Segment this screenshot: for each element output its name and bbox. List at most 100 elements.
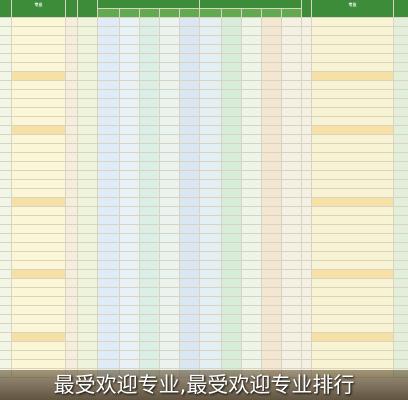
cell-tag [262, 297, 282, 306]
cell-i [242, 243, 262, 252]
cell-a [78, 135, 98, 144]
major-name-right [312, 117, 394, 126]
gap-cell [302, 135, 312, 144]
rank-1 [394, 117, 408, 126]
major-code [66, 342, 78, 351]
gap-cell [282, 162, 302, 171]
cell-e [160, 27, 180, 36]
row-index [0, 45, 12, 54]
gap-cell [282, 288, 302, 297]
major-name-right [312, 63, 394, 72]
cell-c [120, 225, 140, 234]
header-col-tag [282, 9, 302, 18]
cell-i [242, 306, 262, 315]
cell-c [120, 306, 140, 315]
row-index [0, 27, 12, 36]
gap-cell [282, 351, 302, 360]
cell-e [160, 315, 180, 324]
gap-cell [302, 243, 312, 252]
row-index [0, 342, 12, 351]
cell-tag [262, 18, 282, 27]
major-name-right [312, 216, 394, 225]
row-index [0, 279, 12, 288]
cell-i [242, 189, 262, 198]
cell-b [98, 279, 120, 288]
cell-e [160, 306, 180, 315]
cell-a [78, 306, 98, 315]
cell-e [160, 297, 180, 306]
row-index [0, 36, 12, 45]
cell-c [120, 198, 140, 207]
major-code [66, 207, 78, 216]
major-name [12, 315, 66, 324]
rank-1 [394, 72, 408, 81]
major-code [66, 306, 78, 315]
cell-c [120, 171, 140, 180]
cell-g [200, 243, 222, 252]
gap-cell [302, 18, 312, 27]
row-index [0, 207, 12, 216]
cell-h [222, 63, 242, 72]
gap-cell [282, 333, 302, 342]
cell-b [98, 72, 120, 81]
gap-cell [302, 351, 312, 360]
cell-f [180, 117, 200, 126]
cell-f [180, 333, 200, 342]
cell-b [98, 117, 120, 126]
cell-b [98, 216, 120, 225]
cell-e [160, 270, 180, 279]
cell-f [180, 261, 200, 270]
header-group-right [200, 0, 302, 9]
cell-a [78, 279, 98, 288]
major-name [12, 144, 66, 153]
cell-a [78, 72, 98, 81]
major-name-right [312, 72, 394, 81]
gap-cell [302, 81, 312, 90]
cell-i [242, 261, 262, 270]
cell-e [160, 333, 180, 342]
cell-a [78, 288, 98, 297]
major-name [12, 171, 66, 180]
rank-1 [394, 288, 408, 297]
major-name-right [312, 342, 394, 351]
cell-a [78, 171, 98, 180]
major-name-right [312, 99, 394, 108]
major-name-right [312, 297, 394, 306]
gap-cell [282, 297, 302, 306]
cell-b [98, 234, 120, 243]
row-index [0, 306, 12, 315]
gap-cell [302, 234, 312, 243]
cell-d [140, 360, 160, 369]
cell-g [200, 315, 222, 324]
rank-1 [394, 306, 408, 315]
cell-f [180, 135, 200, 144]
cell-h [222, 162, 242, 171]
major-code [66, 243, 78, 252]
major-name [12, 234, 66, 243]
major-name-right [312, 360, 394, 369]
cell-f [180, 270, 200, 279]
cell-b [98, 63, 120, 72]
cell-e [160, 324, 180, 333]
cell-f [180, 288, 200, 297]
cell-c [120, 324, 140, 333]
cell-i [242, 333, 262, 342]
cell-a [78, 252, 98, 261]
gap-cell [282, 261, 302, 270]
cell-e [160, 108, 180, 117]
rank-1 [394, 279, 408, 288]
major-code [66, 72, 78, 81]
cell-h [222, 216, 242, 225]
cell-tag [262, 216, 282, 225]
cell-h [222, 171, 242, 180]
cell-f [180, 207, 200, 216]
cell-h [222, 279, 242, 288]
major-code [66, 63, 78, 72]
cell-tag [262, 360, 282, 369]
cell-b [98, 198, 120, 207]
gap-cell [282, 225, 302, 234]
major-name [12, 135, 66, 144]
row-index [0, 162, 12, 171]
gap-cell [302, 216, 312, 225]
cell-a [78, 117, 98, 126]
